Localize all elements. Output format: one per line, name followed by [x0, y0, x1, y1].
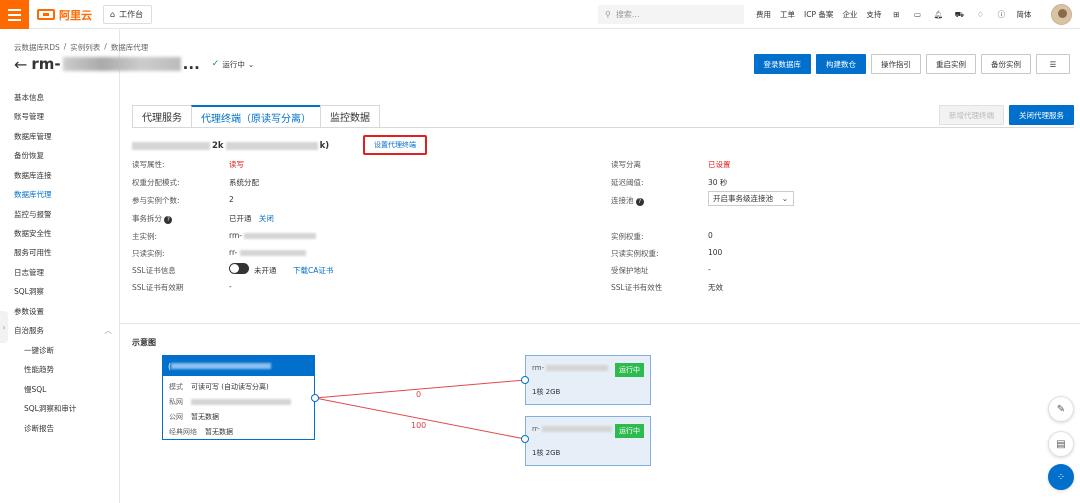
instance-name-prefix: rr-: [532, 425, 540, 433]
proxy-row-value: 可读可写 (自动读写分离): [191, 383, 269, 391]
proxy-row-private: 私网: [169, 397, 291, 407]
proxy-row-value: 暂无数据: [191, 413, 219, 421]
proxy-row-key: 模式: [169, 383, 183, 391]
instance-name: rm-: [532, 364, 609, 372]
instance-connector-dot: [521, 435, 529, 443]
edit-icon[interactable]: ✎: [1048, 396, 1074, 422]
proxy-row-public: 公网 暂无数据: [169, 412, 219, 422]
proxy-row-key: 公网: [169, 413, 183, 421]
proxy-row-mode: 模式 可读可写 (自动读写分离): [169, 382, 269, 392]
apps-grid-icon[interactable]: ⁘: [1048, 464, 1074, 490]
feedback-icon[interactable]: ▤: [1048, 431, 1074, 457]
instance-spec: 1核 2GB: [532, 449, 561, 457]
instance-name: rr-: [532, 425, 612, 433]
redacted-text: [191, 399, 291, 405]
instance-spec: 1核 2GB: [532, 388, 561, 396]
redacted-text: [171, 363, 272, 369]
running-badge: 运行中: [615, 424, 644, 438]
weight-label-readonly: 100: [411, 421, 427, 430]
running-badge: 运行中: [615, 363, 644, 377]
proxy-connector-dot: [311, 394, 319, 402]
proxy-node-header: (: [163, 356, 314, 376]
instance-name-prefix: rm-: [532, 364, 545, 372]
redacted-text: [546, 365, 609, 371]
instance-connector-dot: [521, 376, 529, 384]
proxy-node[interactable]: ( 模式 可读可写 (自动读写分离) 私网 公网 暂无数据 经典网络 暂无数据: [162, 355, 315, 440]
redacted-text: [541, 426, 612, 432]
connection-line-readonly: [314, 397, 526, 440]
proxy-row-value: 暂无数据: [205, 428, 233, 436]
proxy-row-key: 私网: [169, 398, 183, 406]
instance-node-primary[interactable]: rm- 运行中 1核 2GB: [525, 355, 651, 405]
proxy-row-key: 经典网络: [169, 428, 197, 436]
proxy-row-classic: 经典网络 暂无数据: [169, 427, 233, 437]
instance-node-readonly[interactable]: rr- 运行中 1核 2GB: [525, 416, 651, 466]
weight-label-primary: 0: [416, 390, 422, 399]
